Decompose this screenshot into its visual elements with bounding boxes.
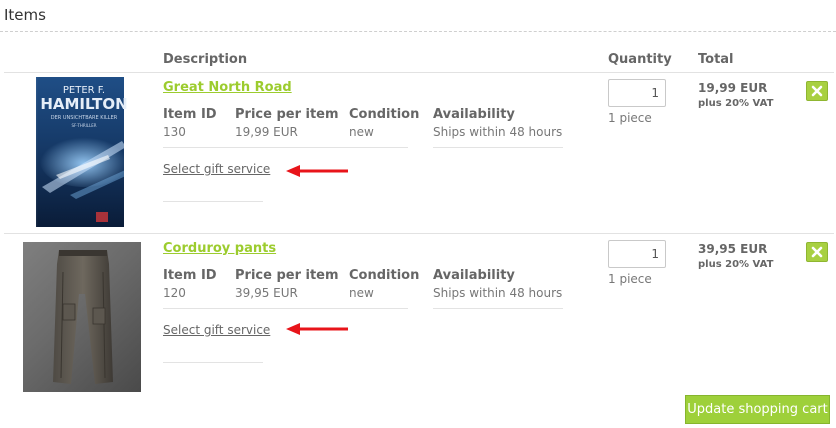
dotted-divider: [0, 31, 836, 32]
product-title-link[interactable]: Great North Road: [163, 80, 292, 95]
header-divider: [4, 72, 834, 73]
remove-item-button[interactable]: [806, 242, 828, 262]
product-image-pants[interactable]: [23, 242, 141, 392]
availability-label: Availability: [433, 107, 515, 122]
column-header-description: Description: [163, 52, 248, 67]
cover-genre: SF-THRILLER: [71, 123, 96, 128]
cover-subtitle: DER UNSICHTBARE KILLER: [51, 115, 118, 121]
attribute-divider: [163, 308, 408, 309]
item-id-value: 130: [163, 125, 186, 139]
update-shopping-cart-button[interactable]: Update shopping cart: [685, 395, 830, 424]
annotation-arrow-icon: [286, 323, 348, 335]
condition-value: new: [349, 125, 374, 139]
price-label: Price per item: [235, 268, 339, 283]
vat-note: plus 20% VAT: [698, 259, 774, 270]
product-title-link[interactable]: Corduroy pants: [163, 241, 276, 256]
availability-value: Ships within 48 hours: [433, 286, 563, 300]
availability-label: Availability: [433, 268, 515, 283]
publisher-logo: [96, 212, 108, 222]
quantity-unit: 1 piece: [608, 111, 652, 125]
section-title: Items: [4, 6, 46, 24]
quantity-input[interactable]: [608, 79, 666, 107]
item-id-value: 120: [163, 286, 186, 300]
vat-note: plus 20% VAT: [698, 98, 774, 109]
select-gift-service-link[interactable]: Select gift service: [163, 162, 270, 176]
price-value: 19,99 EUR: [235, 125, 298, 139]
price-label: Price per item: [235, 107, 339, 122]
close-icon: [811, 85, 823, 97]
condition-value: new: [349, 286, 374, 300]
select-gift-service-link[interactable]: Select gift service: [163, 323, 270, 337]
quantity-unit: 1 piece: [608, 272, 652, 286]
gift-divider: [163, 362, 263, 363]
availability-value: Ships within 48 hours: [433, 125, 563, 139]
close-icon: [811, 246, 823, 258]
quantity-input[interactable]: [608, 240, 666, 268]
column-header-quantity: Quantity: [608, 52, 672, 67]
price-value: 39,95 EUR: [235, 286, 298, 300]
total-price: 19,99 EUR: [698, 81, 768, 95]
condition-label: Condition: [349, 107, 420, 122]
attribute-divider: [433, 147, 563, 148]
annotation-arrow-icon: [286, 165, 348, 177]
item-id-label: Item ID: [163, 107, 217, 122]
attribute-divider: [163, 147, 408, 148]
condition-label: Condition: [349, 268, 420, 283]
item-id-label: Item ID: [163, 268, 217, 283]
gift-divider: [163, 201, 263, 202]
book-cover-image[interactable]: PETER F. HAMILTON DER UNSICHTBARE KILLER…: [10, 75, 150, 227]
column-header-total: Total: [698, 52, 734, 67]
attribute-divider: [433, 308, 563, 309]
cover-author-line2: HAMILTON: [40, 95, 127, 113]
remove-item-button[interactable]: [806, 81, 828, 101]
row-divider: [4, 233, 834, 234]
total-price: 39,95 EUR: [698, 242, 768, 256]
